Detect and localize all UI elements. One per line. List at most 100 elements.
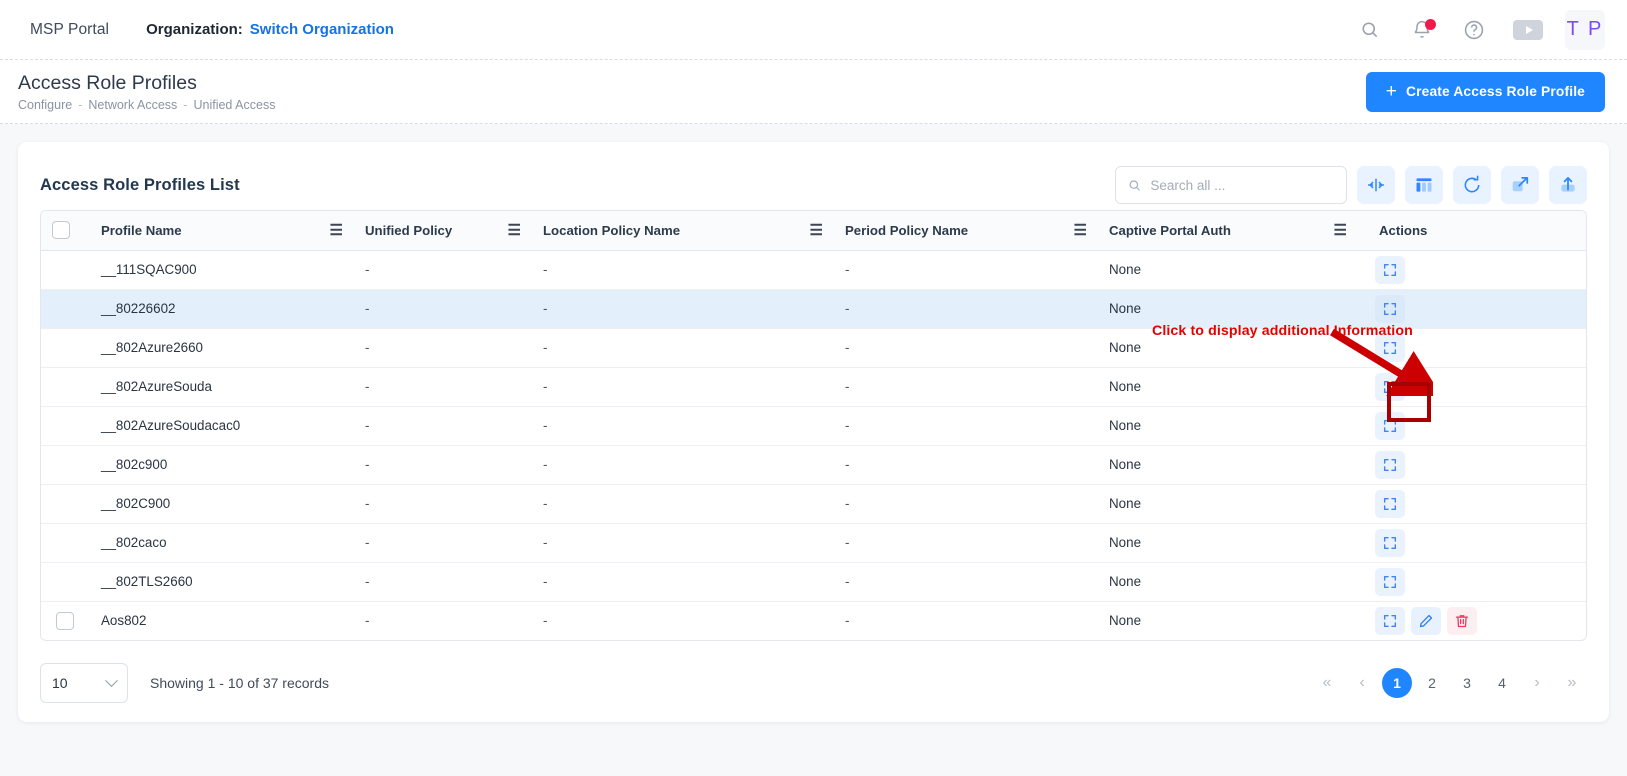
cell-period-policy-name: - — [833, 328, 1097, 367]
table-row[interactable]: __802C900---None — [41, 484, 1586, 523]
cell-actions — [1357, 406, 1586, 445]
table-row[interactable]: __802AzureSouda---None — [41, 367, 1586, 406]
cell-location-policy-name: - — [531, 445, 833, 484]
row-select-cell — [41, 367, 89, 406]
cell-actions — [1357, 289, 1586, 328]
avatar[interactable]: T P — [1565, 10, 1605, 50]
cell-location-policy-name: - — [531, 289, 833, 328]
app-brand[interactable]: MSP Portal — [30, 21, 109, 39]
breadcrumb-item-network-access[interactable]: Network Access — [88, 98, 177, 112]
th-actions-label: Actions — [1379, 223, 1427, 238]
trash-glyph — [1454, 613, 1470, 629]
table-row[interactable]: __111SQAC900---None — [41, 250, 1586, 289]
th-location-policy-name[interactable]: Location Policy Name ☰ — [531, 211, 833, 250]
column-menu-icon[interactable]: ☰ — [1074, 223, 1089, 238]
table-row[interactable]: __802AzureSoudacac0---None — [41, 406, 1586, 445]
switch-organization-link[interactable]: Switch Organization — [250, 21, 394, 38]
pagination-page-2[interactable]: 2 — [1417, 668, 1447, 698]
table-row[interactable]: __80226602---None — [41, 289, 1586, 328]
th-captive-portal-auth[interactable]: Captive Portal Auth ☰ — [1097, 211, 1357, 250]
expand-row-button[interactable] — [1375, 529, 1405, 557]
column-menu-icon[interactable]: ☰ — [330, 223, 345, 238]
th-unified-policy[interactable]: Unified Policy ☰ — [353, 211, 531, 250]
pagination-page-1[interactable]: 1 — [1382, 668, 1412, 698]
th-period-policy-label: Period Policy Name — [845, 223, 968, 238]
cell-captive-portal-auth: None — [1097, 250, 1357, 289]
page-body: Access Role Profiles List — [0, 124, 1627, 776]
cell-location-policy-name: - — [531, 523, 833, 562]
search-icon[interactable] — [1357, 17, 1383, 43]
cell-captive-portal-auth: None — [1097, 562, 1357, 601]
cell-location-policy-name: - — [531, 484, 833, 523]
cell-profile-name: __802caco — [89, 523, 353, 562]
pagination-page-4[interactable]: 4 — [1487, 668, 1517, 698]
page-title: Access Role Profiles — [18, 72, 275, 95]
cell-actions — [1357, 523, 1586, 562]
expand-row-button[interactable] — [1375, 373, 1405, 401]
row-action-group — [1365, 490, 1586, 518]
refresh-icon[interactable] — [1453, 166, 1491, 204]
pagination-next-button[interactable]: › — [1522, 668, 1552, 698]
pagination-first-button[interactable]: « — [1312, 668, 1342, 698]
pagination-last-button[interactable]: » — [1557, 668, 1587, 698]
top-navigation-bar: MSP Portal Organization: Switch Organiza… — [0, 0, 1627, 60]
expand-glyph — [1382, 301, 1398, 317]
breadcrumb-item-unified-access[interactable]: Unified Access — [193, 98, 275, 112]
cell-location-policy-name: - — [531, 406, 833, 445]
th-period-policy-name[interactable]: Period Policy Name ☰ — [833, 211, 1097, 250]
row-select-cell — [41, 484, 89, 523]
edit-row-button[interactable] — [1411, 607, 1441, 635]
expand-row-button[interactable] — [1375, 412, 1405, 440]
cell-period-policy-name: - — [833, 601, 1097, 640]
th-profile-name[interactable]: Profile Name ☰ — [89, 211, 353, 250]
table-row[interactable]: Aos802---None — [41, 601, 1586, 640]
cell-location-policy-name: - — [531, 328, 833, 367]
column-menu-icon[interactable]: ☰ — [1334, 223, 1349, 238]
expand-row-button[interactable] — [1375, 607, 1405, 635]
cell-period-policy-name: - — [833, 523, 1097, 562]
th-actions: Actions — [1357, 211, 1586, 250]
expand-row-button[interactable] — [1375, 256, 1405, 284]
breadcrumb-separator: - — [183, 98, 187, 112]
search-box[interactable] — [1115, 166, 1347, 204]
column-menu-icon[interactable]: ☰ — [810, 223, 825, 238]
table-row[interactable]: __802caco---None — [41, 523, 1586, 562]
table-row[interactable]: __802TLS2660---None — [41, 562, 1586, 601]
cell-location-policy-name: - — [531, 250, 833, 289]
select-all-checkbox[interactable] — [52, 221, 70, 239]
page-size-select[interactable]: 10 — [40, 663, 128, 703]
cell-actions — [1357, 601, 1586, 640]
pagination-prev-button[interactable]: ‹ — [1347, 668, 1377, 698]
expand-row-button[interactable] — [1375, 451, 1405, 479]
expand-row-button[interactable] — [1375, 295, 1405, 323]
cell-profile-name: __802Azure2660 — [89, 328, 353, 367]
cell-profile-name: __802C900 — [89, 484, 353, 523]
table-row[interactable]: __802Azure2660---None — [41, 328, 1586, 367]
pagination-page-3[interactable]: 3 — [1452, 668, 1482, 698]
table-row[interactable]: __802c900---None — [41, 445, 1586, 484]
page-header: Access Role Profiles Configure - Network… — [0, 60, 1627, 124]
bell-icon[interactable] — [1409, 17, 1435, 43]
cell-actions — [1357, 445, 1586, 484]
row-checkbox[interactable] — [56, 612, 74, 630]
export-icon[interactable] — [1501, 166, 1539, 204]
play-button-icon[interactable] — [1513, 20, 1543, 40]
columns-glyph — [1414, 175, 1434, 195]
expand-row-button[interactable] — [1375, 490, 1405, 518]
column-settings-icon[interactable] — [1405, 166, 1443, 204]
column-menu-icon[interactable]: ☰ — [508, 223, 523, 238]
create-button-label: Create Access Role Profile — [1406, 84, 1585, 99]
question-circle-icon[interactable] — [1461, 17, 1487, 43]
row-action-group — [1365, 295, 1586, 323]
create-access-role-profile-button[interactable]: + Create Access Role Profile — [1366, 72, 1605, 112]
upload-icon[interactable] — [1549, 166, 1587, 204]
delete-row-button[interactable] — [1447, 607, 1477, 635]
access-role-profiles-card: Access Role Profiles List — [18, 142, 1609, 722]
search-input[interactable] — [1150, 178, 1334, 193]
row-select-cell — [41, 601, 89, 640]
expand-row-button[interactable] — [1375, 568, 1405, 596]
breadcrumb-item-configure[interactable]: Configure — [18, 98, 72, 112]
play-triangle-icon — [1526, 26, 1533, 34]
fit-columns-icon[interactable] — [1357, 166, 1395, 204]
expand-row-button[interactable] — [1375, 334, 1405, 362]
